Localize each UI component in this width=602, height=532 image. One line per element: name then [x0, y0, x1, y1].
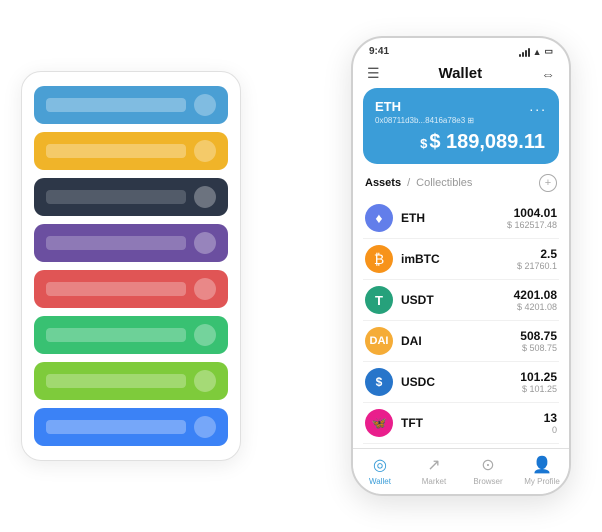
dai-usd: $ 508.75	[520, 343, 557, 353]
usdt-logo: T	[365, 286, 393, 314]
usdc-amount: 101.25	[520, 370, 557, 384]
usdc-usd: $ 101.25	[520, 384, 557, 394]
eth-menu-dots[interactable]: ...	[529, 98, 547, 114]
list-item[interactable]	[34, 316, 228, 354]
asset-row-usdc[interactable]: $ USDC 101.25 $ 101.25	[363, 362, 559, 403]
asset-name-eth: ETH	[401, 211, 425, 225]
imbtc-amount: 2.5	[517, 247, 557, 261]
usdt-usd: $ 4201.08	[514, 302, 557, 312]
menu-icon[interactable]: ☰	[367, 65, 380, 82]
tft-usd: 0	[544, 425, 557, 435]
status-time: 9:41	[369, 46, 389, 57]
phone-content: ETH ... 0x08711d3b...8416a78e3 ⊞ $$ 189,…	[353, 88, 569, 448]
asset-row-dai[interactable]: DAI DAI 508.75 $ 508.75	[363, 321, 559, 362]
currency-symbol: $	[420, 136, 427, 151]
asset-name-imbtc: imBTC	[401, 252, 440, 266]
app-header: ☰ Wallet ⇔	[353, 61, 569, 88]
tft-logo: 🦋	[365, 409, 393, 437]
profile-nav-icon: 👤	[532, 455, 552, 475]
page-title: Wallet	[438, 65, 482, 82]
asset-row-eth[interactable]: ♦ ETH 1004.01 $ 162517.48	[363, 198, 559, 239]
asset-row-tft[interactable]: 🦋 TFT 13 0	[363, 403, 559, 444]
phone: 9:41 ▲ ▭ ☰ Wallet ⇔ ETH	[351, 36, 571, 496]
battery-icon: ▭	[544, 46, 553, 57]
nav-profile[interactable]: 👤 My Profile	[515, 455, 569, 486]
status-bar: 9:41 ▲ ▭	[353, 38, 569, 61]
dai-amount: 508.75	[520, 329, 557, 343]
market-nav-label: Market	[422, 477, 446, 486]
assets-tabs: Assets / Collectibles	[365, 177, 472, 189]
eth-balance: $$ 189,089.11	[375, 131, 547, 154]
market-nav-icon: ↗	[427, 455, 440, 475]
wifi-icon: ▲	[533, 47, 542, 57]
list-item[interactable]	[34, 224, 228, 262]
eth-amount: 1004.01	[507, 206, 557, 220]
bottom-navigation: ◎ Wallet ↗ Market ⊙ Browser 👤 My Profile	[353, 448, 569, 494]
asset-name-tft: TFT	[401, 416, 423, 430]
wallet-nav-icon: ◎	[373, 455, 387, 475]
tab-assets[interactable]: Assets	[365, 177, 401, 189]
card-stack	[21, 71, 241, 461]
eth-address: 0x08711d3b...8416a78e3 ⊞	[375, 116, 547, 125]
asset-list: ♦ ETH 1004.01 $ 162517.48 ₿ imBTC 2.5	[363, 198, 559, 444]
list-item[interactable]	[34, 178, 228, 216]
usdc-logo: $	[365, 368, 393, 396]
imbtc-usd: $ 21760.1	[517, 261, 557, 271]
asset-row-usdt[interactable]: T USDT 4201.08 $ 4201.08	[363, 280, 559, 321]
list-item[interactable]	[34, 408, 228, 446]
nav-browser[interactable]: ⊙ Browser	[461, 455, 515, 486]
usdt-amount: 4201.08	[514, 288, 557, 302]
dai-logo: DAI	[365, 327, 393, 355]
imbtc-logo: ₿	[365, 245, 393, 273]
eth-wallet-card[interactable]: ETH ... 0x08711d3b...8416a78e3 ⊞ $$ 189,…	[363, 88, 559, 164]
scene: 9:41 ▲ ▭ ☰ Wallet ⇔ ETH	[11, 11, 591, 521]
tft-amount: 13	[544, 411, 557, 425]
browser-nav-label: Browser	[473, 477, 502, 486]
list-item[interactable]	[34, 86, 228, 124]
status-icons: ▲ ▭	[519, 46, 553, 57]
signal-icon	[519, 47, 530, 57]
profile-nav-label: My Profile	[524, 477, 560, 486]
wallet-nav-label: Wallet	[369, 477, 391, 486]
list-item[interactable]	[34, 362, 228, 400]
list-item[interactable]	[34, 132, 228, 170]
eth-card-header: ETH ...	[375, 98, 547, 114]
list-item[interactable]	[34, 270, 228, 308]
assets-section-header: Assets / Collectibles +	[363, 174, 559, 192]
tab-collectibles[interactable]: Collectibles	[416, 177, 472, 189]
browser-nav-icon: ⊙	[481, 455, 494, 475]
nav-market[interactable]: ↗ Market	[407, 455, 461, 486]
asset-name-usdt: USDT	[401, 293, 434, 307]
add-asset-button[interactable]: +	[539, 174, 557, 192]
asset-name-usdc: USDC	[401, 375, 435, 389]
eth-usd: $ 162517.48	[507, 220, 557, 230]
asset-name-dai: DAI	[401, 334, 422, 348]
asset-row-imbtc[interactable]: ₿ imBTC 2.5 $ 21760.1	[363, 239, 559, 280]
eth-logo: ♦	[365, 204, 393, 232]
expand-icon[interactable]: ⇔	[541, 66, 555, 82]
tab-separator: /	[407, 177, 410, 189]
nav-wallet[interactable]: ◎ Wallet	[353, 455, 407, 486]
eth-symbol: ETH	[375, 99, 401, 114]
